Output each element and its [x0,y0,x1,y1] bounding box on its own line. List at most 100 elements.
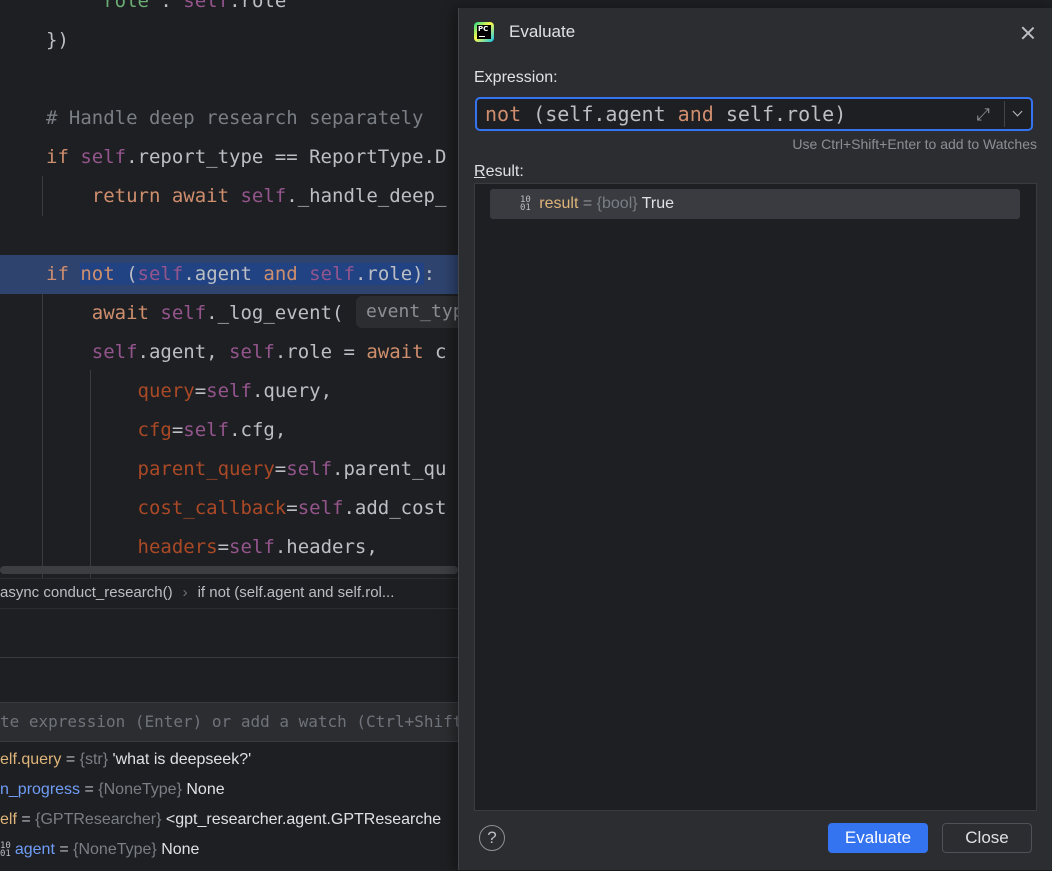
pycharm-icon: PC [474,22,494,42]
code-token: self [229,341,275,363]
code-line[interactable]: self.agent, self.role = await c [0,333,447,372]
variable-name: elf [0,811,17,828]
expression-label: Expression: [474,69,558,86]
code-line[interactable]: query=self.query, [0,372,333,411]
code-line[interactable]: parent_query=self.parent_qu [0,450,447,489]
code-token: self [309,263,355,285]
expression-text: not (self.agent and self.role) [485,99,846,129]
code-token: cfg [137,419,172,441]
variable-equals: = [16,811,36,828]
code-token: # Handle deep research separately [46,107,424,129]
code-line[interactable] [0,216,46,255]
variable-type: {NoneType} [73,841,162,858]
close-icon[interactable] [1019,24,1037,42]
code-line[interactable]: }) [0,21,69,60]
code-token: .role = [274,341,367,363]
code-token [297,263,310,285]
code-token: self [91,341,138,363]
code-token: self [229,536,275,558]
code-token: parent_query [137,458,275,480]
code-token: self [137,263,184,285]
evaluate-button[interactable]: Evaluate [828,823,928,853]
parameter-hint: event_type [356,296,460,328]
result-tree[interactable]: 10 01 result = {bool} True [474,183,1037,811]
code-line[interactable]: await self._log_event( [0,294,344,333]
code-token: : [160,0,184,12]
expression-token: self.role) [713,102,847,126]
code-token: return await [91,185,241,207]
result-name: result [539,195,579,212]
code-token: .agent, [137,341,230,363]
breadcrumb: async conduct_research() › if not (self.ag… [0,578,460,609]
code-token: .cfg, [229,419,287,441]
debugger-divider [0,657,460,658]
variable-type: {GPTResearcher} [35,811,166,828]
code-token: .parent_qu [332,458,447,480]
variable-value: None [161,841,200,858]
variable-row[interactable]: elf = {GPTResearcher} <gpt_researcher.ag… [0,805,460,835]
result-value: True [641,195,675,212]
expression-input[interactable]: not (self.agent and self.role) ⤢ [475,97,1033,131]
close-button[interactable]: Close [942,823,1032,853]
code-token: = [274,458,287,480]
code-line[interactable]: cost_callback=self.add_cost [0,489,447,528]
chevron-down-icon[interactable] [1011,103,1025,123]
watch-shortcut-hint: Use Ctrl+Shift+Enter to add to Watches [792,136,1037,152]
code-token: .role) [354,263,424,285]
code-token: .query, [251,380,333,402]
variable-row[interactable]: 10 01 agent = {NoneType} None [0,835,460,865]
expression-token: and [677,102,714,126]
code-token: = [171,419,184,441]
code-line[interactable] [0,60,46,99]
code-token: headers [137,536,218,558]
code-token: self [160,302,207,324]
variable-row[interactable]: n_progress = {NoneType} None [0,775,460,805]
result-row[interactable]: 10 01 result = {bool} True [490,189,1020,219]
result-label-mnemonic: R [474,163,486,180]
code-token: .role [229,0,287,12]
binary-icon: 10 01 [520,194,531,213]
breadcrumb-item-condition[interactable]: if not (self.agent and self.rol... [198,584,395,601]
expression-token: not [485,102,522,126]
code-line[interactable]: cfg=self.cfg, [0,411,287,450]
code-token: = [194,380,207,402]
code-line[interactable]: if self.report_type == ReportType.D [0,138,446,177]
dropdown-separator [1004,101,1005,127]
code-line-current[interactable]: if not (self.agent and self.role): [0,255,460,294]
horizontal-scrollbar[interactable] [0,566,458,574]
code-token: .report_type == ReportType.D [126,146,447,168]
code-token: self [240,185,287,207]
result-label: Result: [474,163,524,181]
result-label-rest: esult: [485,163,524,180]
code-token: .agent [183,263,264,285]
code-editor[interactable]: "role": self.role}) # Handle deep researc… [0,0,460,578]
expression-token: (self.agent [521,102,678,126]
code-token: .headers, [274,536,378,558]
evaluate-dialog: PC Evaluate Expression: not (self.agent … [458,8,1052,870]
code-token: = [217,536,230,558]
watch-expression-input[interactable]: te expression (Enter) or add a watch (Ct… [0,702,460,742]
help-button[interactable]: ? [479,825,505,851]
variable-name: n_progress [0,781,81,798]
breadcrumb-item-function[interactable]: async conduct_research() [0,584,173,601]
code-line[interactable]: return await self._handle_deep_ [0,177,447,216]
code-line[interactable]: "role": self.role [0,0,287,21]
expand-icon[interactable]: ⤢ [973,105,993,125]
code-token: and [263,263,298,285]
variable-row[interactable]: elf.query = {str} 'what is deepseek?' [0,745,460,775]
code-token: ( [114,263,138,285]
code-line[interactable]: headers=self.headers, [0,528,378,567]
variable-equals: = [61,751,80,768]
code-line[interactable]: # Handle deep research separately [0,99,424,138]
code-token: self [183,419,230,441]
code-token: self [206,380,252,402]
code-token: .add_cost [343,497,447,519]
dialog-title: Evaluate [509,22,576,41]
breadcrumb-chevron-icon: › [182,584,188,601]
